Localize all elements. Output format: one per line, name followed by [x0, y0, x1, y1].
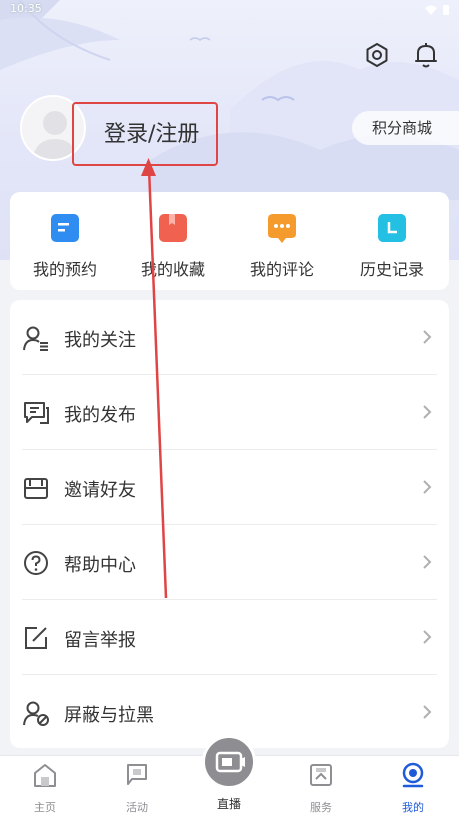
- menu-item-label: 我的关注: [64, 330, 136, 351]
- settings-button[interactable]: [362, 40, 392, 70]
- quick-action-label: 我的收藏: [140, 260, 205, 279]
- battery-icon: [443, 5, 449, 15]
- menu-item-follow[interactable]: 我的关注: [10, 300, 449, 375]
- chevron-right-icon: [423, 405, 432, 419]
- status-icons: [425, 4, 449, 15]
- chevron-right-icon: [423, 480, 432, 494]
- quick-actions-card: 我的预约 我的收藏 我的评论 历史记录: [10, 192, 449, 290]
- quick-action-label: 我的评论: [249, 260, 314, 279]
- menu-list: 我的关注 我的发布 邀请好友 帮助中心 留言举报 屏蔽与拉黑: [10, 300, 449, 748]
- tab-label: 活动: [126, 801, 148, 814]
- publish-icon: [24, 402, 49, 424]
- tab-services[interactable]: 服务: [291, 762, 351, 815]
- quick-action-favorites[interactable]: 我的收藏: [123, 206, 223, 280]
- service-icon: [310, 764, 332, 786]
- tab-label: 主页: [34, 801, 56, 814]
- quick-action-label: 历史记录: [359, 260, 424, 279]
- comments-icon: [266, 212, 298, 244]
- tab-label: 服务: [310, 801, 332, 814]
- tab-home[interactable]: 主页: [15, 762, 75, 815]
- bell-icon: [415, 43, 437, 68]
- help-icon: [24, 551, 48, 575]
- tab-profile[interactable]: 我的: [383, 762, 443, 815]
- reservation-icon: [49, 212, 81, 244]
- wifi-icon: [425, 5, 437, 15]
- menu-item-invite[interactable]: 邀请好友: [10, 450, 449, 525]
- chevron-right-icon: [423, 555, 432, 569]
- menu-item-label: 屏蔽与拉黑: [64, 705, 154, 726]
- report-edit-icon: [25, 627, 47, 649]
- quick-action-history[interactable]: 历史记录: [342, 206, 442, 280]
- home-icon: [34, 764, 56, 787]
- history-icon: [376, 212, 408, 244]
- points-mall-button[interactable]: 积分商城: [352, 111, 459, 145]
- flag-icon: [127, 764, 147, 785]
- menu-item-label: 留言举报: [64, 630, 136, 651]
- menu-item-label: 我的发布: [64, 405, 136, 426]
- tab-activities[interactable]: 活动: [107, 762, 167, 815]
- tab-live-button[interactable]: [202, 735, 256, 789]
- follow-user-icon: [23, 326, 48, 351]
- favorites-icon: [157, 212, 189, 244]
- menu-item-help[interactable]: 帮助中心: [10, 525, 449, 600]
- annotation-highlight-box: [72, 102, 218, 166]
- invite-envelope-icon: [24, 478, 48, 499]
- live-video-icon: [215, 751, 245, 773]
- gear-icon: [366, 43, 388, 67]
- quick-action-comments[interactable]: 我的评论: [232, 206, 332, 280]
- profile-icon: [402, 762, 424, 788]
- chevron-right-icon: [423, 705, 432, 719]
- menu-item-publish[interactable]: 我的发布: [10, 375, 449, 450]
- status-time: 10:35: [10, 2, 42, 15]
- quick-action-label: 我的预约: [32, 260, 97, 279]
- menu-item-label: 邀请好友: [64, 480, 136, 501]
- block-user-icon: [23, 701, 49, 726]
- tab-label: 我的: [402, 801, 424, 814]
- quick-action-reservations[interactable]: 我的预约: [15, 206, 115, 280]
- chevron-right-icon: [423, 630, 432, 644]
- tab-live-label: 直播: [216, 797, 241, 811]
- notifications-button[interactable]: [411, 40, 441, 70]
- menu-item-report[interactable]: 留言举报: [10, 600, 449, 675]
- menu-item-label: 帮助中心: [64, 555, 136, 576]
- status-bar: 10:35: [0, 0, 459, 20]
- chevron-right-icon: [423, 330, 432, 344]
